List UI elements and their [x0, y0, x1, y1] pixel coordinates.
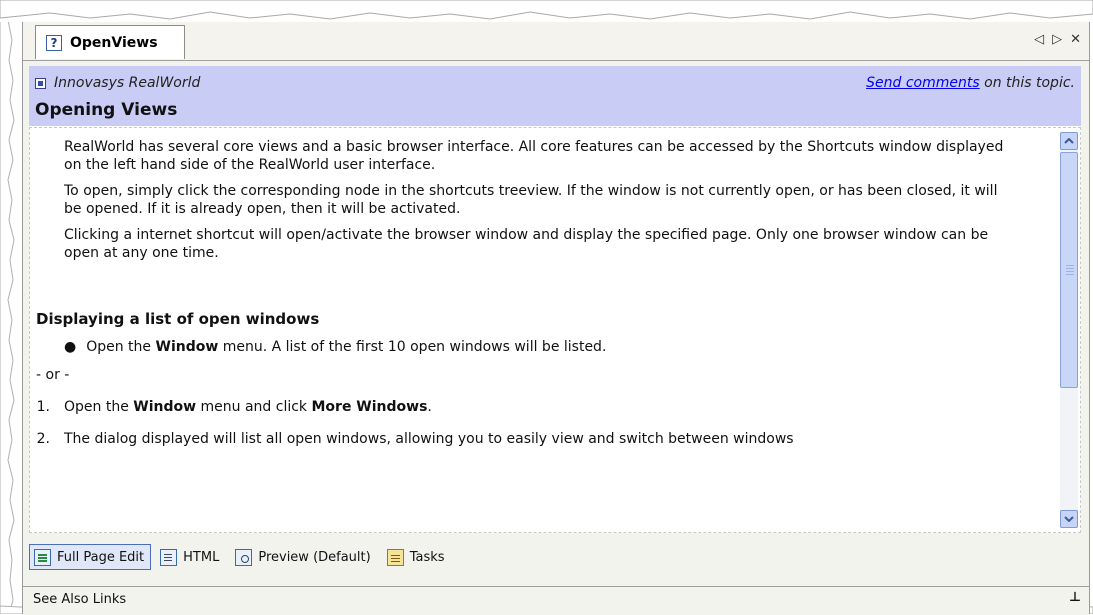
product-name: Innovasys RealWorld: [35, 75, 200, 91]
torn-top-edge: [0, 0, 1093, 22]
help-topic-icon: ?: [46, 34, 62, 51]
grip-icon: [1066, 265, 1074, 277]
pin-icon[interactable]: ⊥: [1069, 590, 1081, 605]
see-also-links-panel[interactable]: See Also Links ⊥: [23, 586, 1089, 615]
scroll-tabs-left-icon[interactable]: ◁: [1034, 32, 1044, 47]
tasks-icon: [386, 548, 404, 566]
page-title: Opening Views: [35, 100, 178, 120]
scroll-down-button[interactable]: [1060, 510, 1078, 528]
preview-icon: [235, 548, 253, 566]
full-page-edit-button[interactable]: Full Page Edit: [29, 544, 152, 570]
paragraph: RealWorld has several core views and a b…: [64, 139, 1004, 173]
html-view-icon: [160, 548, 178, 566]
document-tab-strip: ? OpenViews ◁ ▷ ✕: [23, 20, 1089, 61]
tab-openviews[interactable]: ? OpenViews: [35, 25, 185, 59]
tab-title: OpenViews: [70, 34, 158, 51]
section-heading: Displaying a list of open windows: [36, 310, 320, 328]
scroll-up-button[interactable]: [1060, 132, 1078, 150]
view-mode-toolbar: Full Page Edit HTML Preview (Default) Ta…: [29, 540, 1081, 574]
send-comments-suffix: on this topic.: [979, 75, 1075, 91]
vertical-scrollbar[interactable]: [1060, 132, 1078, 528]
tasks-button[interactable]: Tasks: [382, 544, 452, 570]
paragraph: Clicking a internet shortcut will open/a…: [64, 227, 989, 261]
html-view-button[interactable]: HTML: [155, 544, 226, 570]
numbered-item: 1. Open the Window menu and click More W…: [36, 399, 432, 415]
bullet-icon: ●: [64, 339, 77, 355]
or-separator: - or -: [36, 367, 70, 383]
see-also-label: See Also Links: [33, 592, 127, 607]
bullet-item: ● Open the Window menu. A list of the fi…: [64, 339, 607, 355]
close-icon[interactable]: ✕: [1070, 32, 1081, 47]
topic-header: Innovasys RealWorld Send comments on thi…: [29, 66, 1081, 127]
topic-content[interactable]: RealWorld has several core views and a b…: [29, 127, 1081, 533]
full-page-edit-icon: [34, 548, 51, 566]
scrollbar-thumb[interactable]: [1060, 152, 1078, 388]
scroll-tabs-right-icon[interactable]: ▷: [1052, 32, 1062, 47]
numbered-item: 2. The dialog displayed will list all op…: [36, 431, 794, 447]
product-icon: [35, 77, 46, 89]
send-comments: Send comments on this topic.: [866, 75, 1075, 91]
paragraph: To open, simply click the corresponding …: [64, 183, 998, 217]
help-topic-window: ? OpenViews ◁ ▷ ✕ Innovasys RealWorld Se…: [22, 20, 1090, 615]
preview-button[interactable]: Preview (Default): [230, 544, 377, 570]
tab-controls: ◁ ▷ ✕: [1034, 32, 1081, 47]
torn-left-edge: [0, 0, 22, 614]
send-comments-link[interactable]: Send comments: [866, 75, 980, 91]
product-label: Innovasys RealWorld: [54, 75, 201, 91]
